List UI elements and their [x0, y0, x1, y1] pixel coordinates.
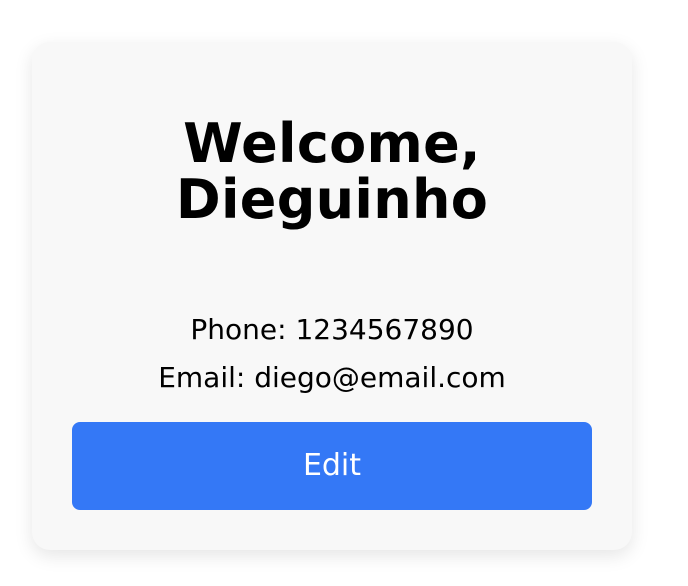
- welcome-line: Welcome,: [183, 112, 481, 175]
- profile-card: Welcome, Dieguinho Phone: 1234567890 Ema…: [32, 42, 632, 550]
- phone-text: Phone: 1234567890: [190, 313, 474, 346]
- welcome-title: Welcome, Dieguinho: [32, 116, 632, 228]
- user-name: Dieguinho: [175, 168, 489, 231]
- email-text: Email: diego@email.com: [158, 361, 506, 394]
- edit-button[interactable]: Edit: [72, 422, 592, 510]
